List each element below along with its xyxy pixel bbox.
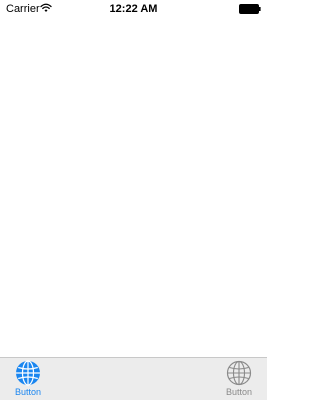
globe-icon: [226, 360, 252, 386]
status-time: 12:22 AM: [109, 3, 158, 15]
tab-label: Button: [14, 387, 42, 397]
status-bar: Carrier 12:22 AM: [0, 0, 267, 18]
globe-icon: [16, 360, 40, 386]
tab-button-second[interactable]: Button: [209, 358, 269, 400]
battery-icon: [239, 4, 261, 14]
tab-label: Button: [225, 387, 253, 397]
tab-button-first[interactable]: Button: [0, 358, 58, 400]
main-content: [0, 18, 267, 357]
tab-bar: Button Button: [0, 357, 267, 400]
